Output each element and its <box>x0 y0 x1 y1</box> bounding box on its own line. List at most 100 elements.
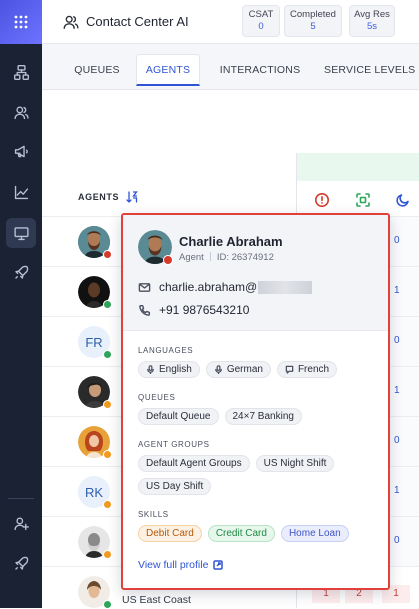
app-title: Contact Center AI <box>86 14 189 29</box>
group-chip: US Day Shift <box>138 478 212 495</box>
sidebar-item-launch[interactable] <box>6 548 36 578</box>
tab-bar: QUEUES AGENTS INTERACTIONS SERVICE LEVEL… <box>42 44 419 90</box>
status-dot-available <box>103 300 112 309</box>
status-dot-away <box>103 450 112 459</box>
row-count[interactable]: 0 <box>394 335 400 346</box>
sidebar-item-add-user[interactable] <box>6 508 36 538</box>
chat-icon <box>285 365 294 374</box>
row-count[interactable]: 1 <box>394 285 400 296</box>
tab-queues[interactable]: QUEUES <box>64 54 130 86</box>
rocket-icon <box>14 556 28 570</box>
language-chip: French <box>276 361 338 378</box>
status-dot-away <box>103 550 112 559</box>
status-dot-available <box>103 350 112 359</box>
alert-circle-icon <box>315 193 329 207</box>
metric-label: Avg Res <box>354 9 390 20</box>
sidebar-item-deploy[interactable] <box>6 257 36 287</box>
status-col-scan[interactable] <box>355 192 371 208</box>
skill-chip: Home Loan <box>280 525 349 542</box>
group-chip: US Night Shift <box>255 455 335 472</box>
skill-chip: Credit Card <box>207 525 275 542</box>
sidebar-item-campaigns[interactable] <box>6 136 36 166</box>
agent-group-label: US East Coast <box>122 594 191 606</box>
sidebar-item-analytics[interactable] <box>6 177 36 207</box>
chart-line-icon <box>14 185 28 199</box>
language-label: German <box>226 364 263 375</box>
app-launcher-button[interactable] <box>0 0 42 44</box>
queues-list: Default Queue 24×7 Banking <box>138 408 302 425</box>
queues-label: QUEUES <box>138 393 176 402</box>
metric-csat[interactable]: CSAT 0 <box>242 5 280 37</box>
users-icon <box>63 15 79 29</box>
agent-email[interactable]: charlie.abraham@ <box>138 279 313 295</box>
agent-groups-list: Default Agent Groups US Night Shift <box>138 455 335 472</box>
status-col-alert[interactable] <box>314 192 330 208</box>
sidebar-item-hierarchy[interactable] <box>6 57 36 87</box>
agent-phone[interactable]: +91 9876543210 <box>138 302 249 318</box>
language-label: English <box>159 364 192 375</box>
add-user-icon <box>13 517 29 530</box>
tab-agents[interactable]: AGENTS <box>136 54 200 86</box>
metric-completed[interactable]: Completed 5 <box>284 5 342 37</box>
row-count[interactable]: 1 <box>394 485 400 496</box>
hierarchy-icon <box>13 64 29 80</box>
mic-icon <box>214 365 222 374</box>
sidebar-item-users[interactable] <box>6 97 36 127</box>
phone-icon <box>139 304 151 316</box>
status-col-away[interactable] <box>395 192 411 208</box>
external-link-icon <box>213 560 224 570</box>
metric-label: CSAT <box>248 9 274 20</box>
agents-column-header: AGENTS <box>78 192 120 202</box>
status-dot-busy <box>163 255 173 265</box>
agent-name: Charlie Abraham <box>179 234 283 249</box>
skills-list: Debit Card Credit Card Home Loan <box>138 525 349 542</box>
sidebar <box>0 0 42 608</box>
metric-value: 5 <box>310 21 316 32</box>
agent-profile-popover: Charlie Abraham Agent ID: 26374912 charli… <box>121 213 390 590</box>
metric-avg-res[interactable]: Avg Res 5s <box>349 5 395 37</box>
tab-service-levels[interactable]: SERVICE LEVELS <box>324 54 419 86</box>
agent-meta: Agent ID: 26374912 <box>179 252 274 263</box>
sidebar-divider <box>8 498 34 499</box>
moon-icon <box>396 194 409 207</box>
mic-icon <box>147 365 154 374</box>
skill-chip: Debit Card <box>138 525 202 542</box>
language-chip: English <box>138 361 200 378</box>
sidebar-item-monitor[interactable] <box>6 218 36 248</box>
group-chip: Default Agent Groups <box>138 455 250 472</box>
status-dot-away <box>103 400 112 409</box>
email-text: charlie.abraham@ <box>159 280 258 294</box>
row-count[interactable]: 0 <box>394 435 400 446</box>
skills-label: SKILLS <box>138 510 169 519</box>
tab-interactions[interactable]: INTERACTIONS <box>212 54 308 86</box>
row-count[interactable]: 1 <box>394 385 400 396</box>
status-dot-away <box>103 500 112 509</box>
agent-groups-label: AGENT GROUPS <box>138 440 210 449</box>
row-count[interactable]: 0 <box>394 235 400 246</box>
view-full-profile-link[interactable]: View full profile <box>138 559 224 571</box>
grid-icon <box>14 15 28 29</box>
language-label: French <box>297 364 330 375</box>
row-count[interactable]: 0 <box>394 535 400 546</box>
megaphone-icon <box>14 145 28 157</box>
monitor-icon <box>13 226 29 240</box>
scan-icon <box>356 193 370 207</box>
rocket-icon <box>14 265 28 279</box>
sort-icon[interactable] <box>125 190 139 204</box>
status-dot-busy <box>103 250 112 259</box>
agent-id: ID: 26374912 <box>216 252 274 263</box>
summary-strip <box>297 153 419 181</box>
phone-text: +91 9876543210 <box>159 303 250 317</box>
agent-groups-list-row2: US Day Shift <box>138 478 212 495</box>
metric-label: Completed <box>290 9 336 20</box>
queue-chip: Default Queue <box>138 408 219 425</box>
metric-value: 5s <box>366 21 378 32</box>
languages-label: LANGUAGES <box>138 346 194 355</box>
language-chip: German <box>205 361 271 378</box>
top-header: Contact Center AI CSAT 0 Completed 5 Avg… <box>42 0 419 44</box>
agent-role: Agent <box>179 252 204 263</box>
profile-link-label: View full profile <box>138 559 209 571</box>
mail-icon <box>138 282 151 292</box>
queue-chip: 24×7 Banking <box>224 408 302 425</box>
redacted-email-domain <box>258 280 313 294</box>
